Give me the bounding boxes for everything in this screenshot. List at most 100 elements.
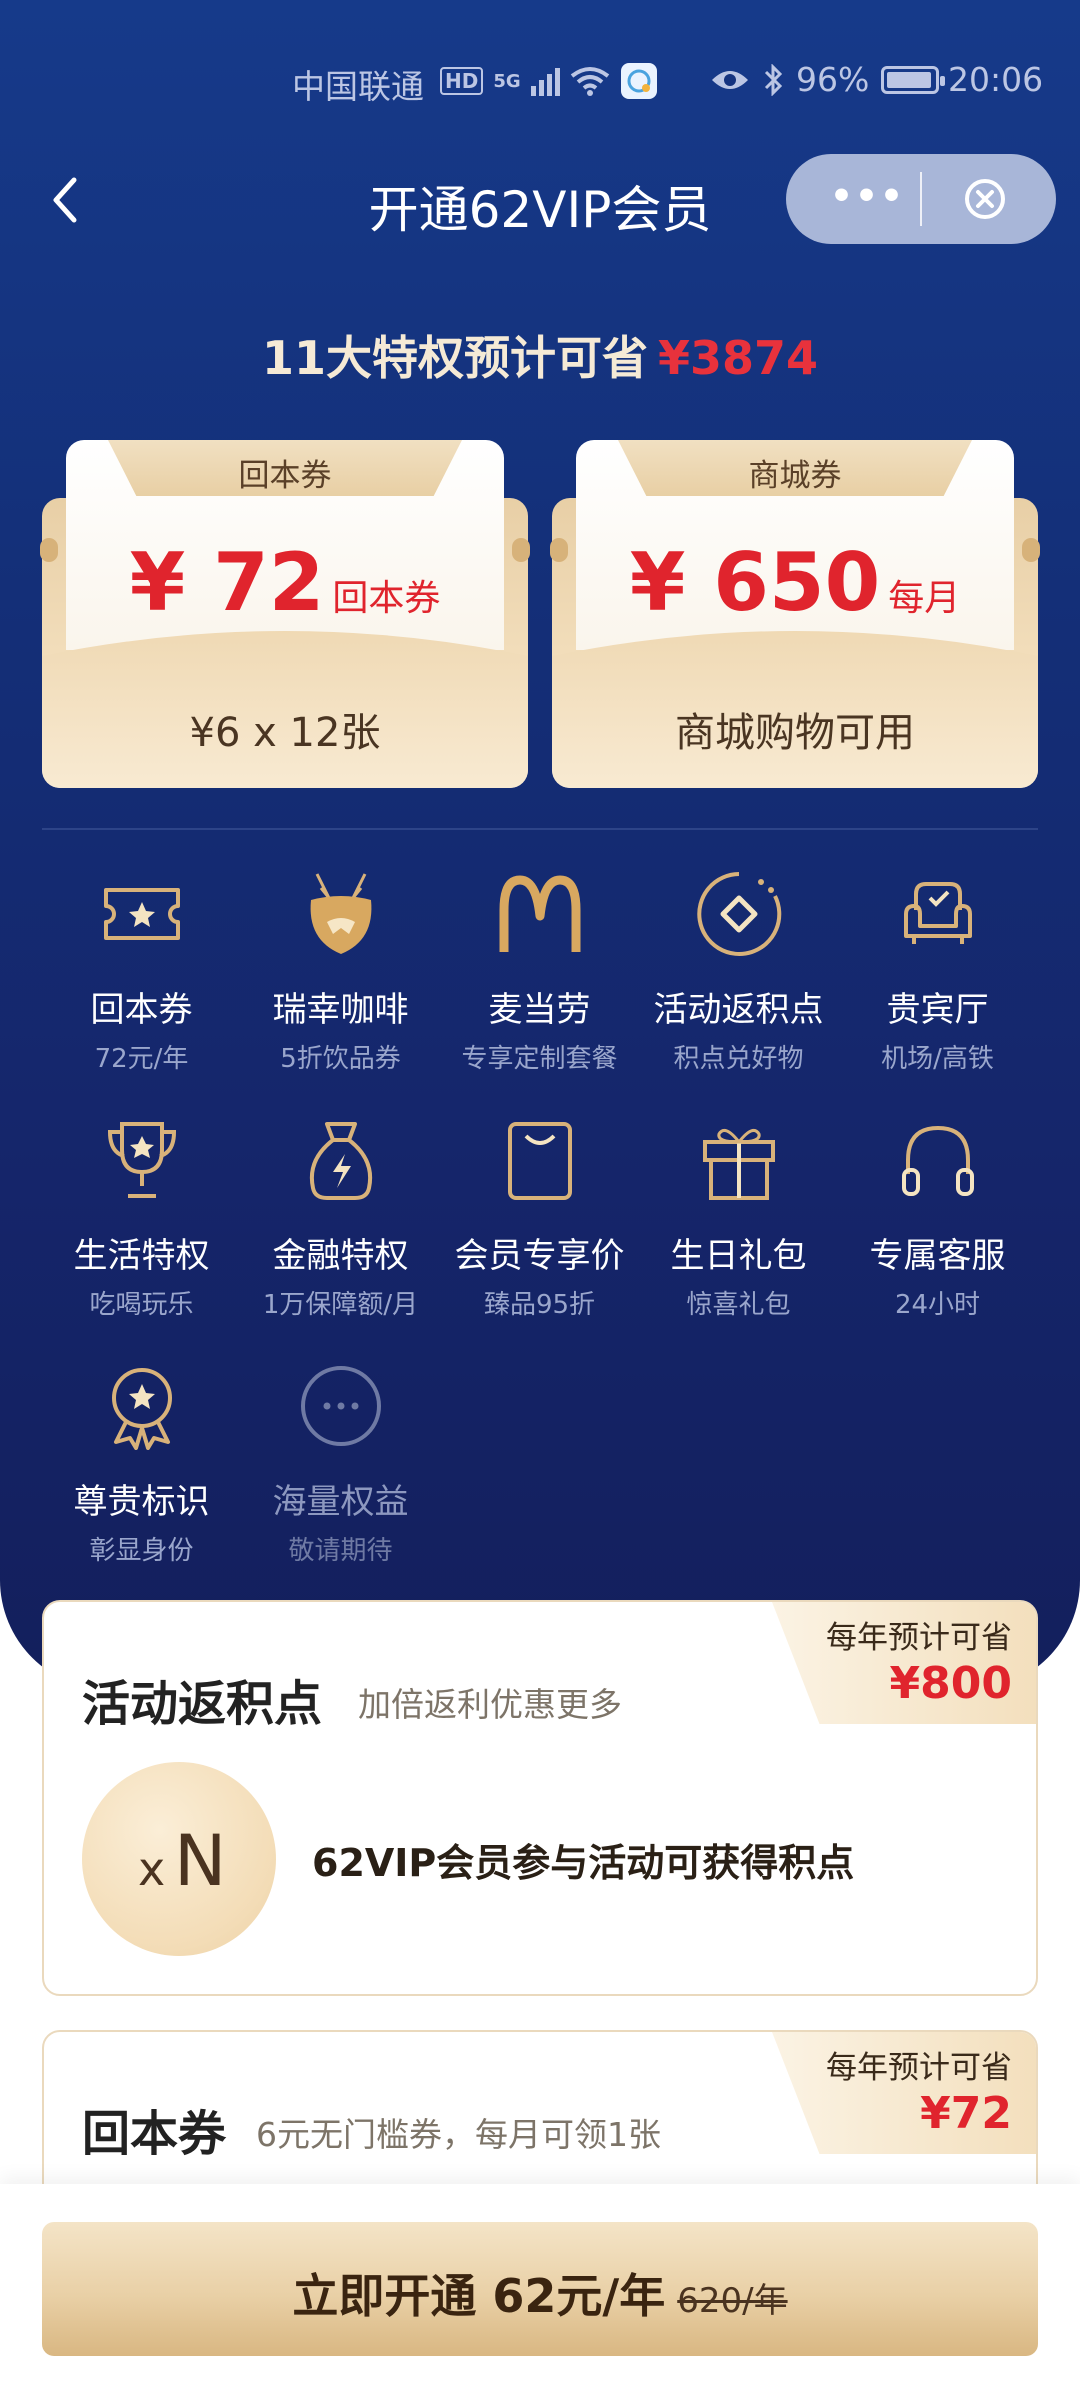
coupon-amount: ¥ 650 bbox=[629, 536, 881, 629]
lounge-sofa-icon bbox=[904, 882, 972, 944]
section-divider bbox=[42, 828, 1038, 830]
privilege-return-coupon[interactable]: 回本券 72元/年 bbox=[42, 860, 241, 1100]
headset-icon bbox=[902, 1125, 974, 1196]
privilege-sub: 72元/年 bbox=[94, 1044, 189, 1074]
privilege-sub: 吃喝玩乐 bbox=[89, 1290, 194, 1320]
wifi-icon bbox=[570, 67, 609, 96]
privilege-finance[interactable]: 金融特权 1万保障额/月 bbox=[241, 1106, 440, 1346]
diamond-coin-icon bbox=[697, 872, 782, 956]
activate-price: 立即开通 62元/年 bbox=[292, 2269, 666, 2323]
coupon-card-mall[interactable]: 商城券 ¥ 650 每月 商城购物可用 bbox=[550, 440, 1040, 788]
badge-amount: ¥72 bbox=[920, 2088, 1012, 2139]
savings-badge: 每年预计可省 ¥800 bbox=[772, 1602, 1036, 1724]
privilege-member-price[interactable]: 会员专享价 臻品95折 bbox=[440, 1106, 639, 1346]
savings-label: 11大特权预计可省 bbox=[261, 331, 648, 385]
savings-amount: ¥3874 bbox=[657, 331, 819, 385]
money-bag-icon bbox=[310, 1122, 372, 1200]
system-indicators: 96% bbox=[710, 60, 946, 99]
privilege-vip-lounge[interactable]: 贵宾厅 机场/高铁 bbox=[838, 860, 1037, 1100]
privilege-birthday-gift[interactable]: 生日礼包 惊喜礼包 bbox=[639, 1106, 838, 1346]
coupon-unit: 每月 bbox=[888, 578, 961, 619]
clock: 20:06 bbox=[948, 60, 1044, 99]
battery-icon bbox=[881, 65, 946, 94]
multiplier-badge: x N bbox=[82, 1762, 276, 1956]
privilege-name: 生日礼包 bbox=[670, 1236, 807, 1276]
carrier-name: 中国联通 bbox=[292, 67, 424, 106]
privilege-activity-points[interactable]: 活动返积点 积点兑好物 bbox=[639, 860, 838, 1100]
privilege-sub: 5折饮品券 bbox=[280, 1044, 401, 1074]
bottom-bar: 立即开通 62元/年 620/年 bbox=[0, 2184, 1080, 2400]
status-bar: 中国联通 HD 5G 96% 20:06 bbox=[0, 52, 1080, 108]
privilege-sub: 24小时 bbox=[894, 1290, 981, 1320]
privilege-name: 尊贵标识 bbox=[73, 1482, 210, 1522]
mcdonalds-icon bbox=[499, 875, 581, 952]
savings-badge: 每年预计可省 ¥72 bbox=[772, 2032, 1036, 2154]
card-subtitle: 6元无门槛券，每月可领1张 bbox=[256, 2115, 661, 2154]
coupon-footnote: ¥6 x 12张 bbox=[189, 710, 381, 756]
coupon-tab-label: 商城券 bbox=[748, 458, 842, 494]
card-title: 回本券 bbox=[82, 2106, 227, 2162]
privilege-luckin[interactable]: 瑞幸咖啡 5折饮品券 bbox=[241, 860, 440, 1100]
original-price: 620/年 bbox=[677, 2281, 788, 2321]
privilege-name: 专属客服 bbox=[869, 1236, 1006, 1276]
coupon-amount: ¥ 72 bbox=[129, 536, 325, 629]
privilege-name: 麦当劳 bbox=[488, 990, 591, 1030]
trophy-icon bbox=[107, 1122, 177, 1198]
network-indicators: HD 5G bbox=[440, 62, 658, 100]
privilege-sub: 机场/高铁 bbox=[881, 1044, 994, 1074]
more-menu-button[interactable]: ••• bbox=[830, 176, 905, 217]
privilege-name: 金融特权 bbox=[272, 1236, 409, 1276]
privilege-name: 生活特权 bbox=[73, 1236, 210, 1276]
activate-label: 立即开通 62元/年 620/年 bbox=[42, 2260, 1038, 2326]
privilege-honor-badge[interactable]: 尊贵标识 彰显身份 bbox=[42, 1352, 241, 1592]
detail-card-activity-points[interactable]: 每年预计可省 ¥800 活动返积点 加倍返利优惠更多 x N 62VIP会员参与… bbox=[42, 1600, 1038, 1996]
luckin-deer-icon bbox=[310, 873, 372, 954]
privilege-sub: 敬请期待 bbox=[288, 1536, 393, 1566]
privilege-customer-service[interactable]: 专属客服 24小时 bbox=[838, 1106, 1037, 1346]
shopping-bag-icon bbox=[508, 1122, 572, 1200]
coupon-price: ¥ 72 回本券 bbox=[42, 536, 528, 629]
privilege-sub: 彰显身份 bbox=[89, 1536, 194, 1566]
card-title: 活动返积点 bbox=[82, 1676, 323, 1732]
card-description: 62VIP会员参与活动可获得积点 bbox=[312, 1841, 855, 1885]
coupon-unit: 回本券 bbox=[332, 578, 441, 619]
privilege-name: 海量权益 bbox=[272, 1482, 409, 1522]
hd-icon: HD bbox=[440, 67, 484, 95]
bluetooth-icon bbox=[764, 63, 783, 96]
signal-icon bbox=[530, 66, 560, 96]
chat-app-icon bbox=[620, 63, 657, 99]
privilege-name: 瑞幸咖啡 bbox=[272, 990, 409, 1030]
privilege-name: 贵宾厅 bbox=[886, 990, 989, 1030]
privilege-mcdonalds[interactable]: 麦当劳 专享定制套餐 bbox=[440, 860, 639, 1100]
medal-icon bbox=[112, 1368, 172, 1450]
privilege-lifestyle[interactable]: 生活特权 吃喝玩乐 bbox=[42, 1106, 241, 1346]
coupon-card-return[interactable]: 回本券 ¥ 72 回本券 ¥6 x 12张 bbox=[40, 440, 530, 788]
privilege-sub: 积点兑好物 bbox=[673, 1044, 804, 1074]
privilege-sub: 专享定制套餐 bbox=[461, 1044, 618, 1074]
activate-button[interactable]: 立即开通 62元/年 620/年 bbox=[42, 2222, 1038, 2356]
privilege-more: 海量权益 敬请期待 bbox=[241, 1352, 440, 1592]
privilege-name: 会员专享价 bbox=[454, 1236, 625, 1276]
more-circle-icon bbox=[301, 1366, 381, 1446]
multiplier-x: x bbox=[138, 1842, 166, 1896]
privilege-sub: 惊喜礼包 bbox=[686, 1290, 791, 1320]
savings-headline: 11大特权预计可省 ¥3874 bbox=[0, 322, 1080, 388]
badge-label: 每年预计可省 bbox=[826, 1620, 1012, 1656]
multiplier-n: N bbox=[174, 1820, 227, 1902]
close-circle-icon[interactable] bbox=[962, 176, 1008, 222]
coupon-price: ¥ 650 每月 bbox=[552, 536, 1038, 629]
privilege-name: 回本券 bbox=[90, 990, 193, 1030]
gift-icon bbox=[703, 1128, 775, 1200]
privilege-sub: 1万保障额/月 bbox=[262, 1290, 419, 1320]
privilege-sub: 臻品95折 bbox=[483, 1290, 596, 1320]
coupon-footnote: 商城购物可用 bbox=[675, 710, 915, 756]
privilege-name: 活动返积点 bbox=[653, 990, 824, 1030]
network-type: 5G bbox=[493, 70, 521, 92]
miniprogram-capsule: ••• bbox=[786, 154, 1056, 244]
card-subtitle: 加倍返利优惠更多 bbox=[358, 1685, 622, 1724]
capsule-divider bbox=[920, 172, 922, 226]
battery-percent: 96% bbox=[796, 60, 870, 99]
eye-icon bbox=[712, 70, 748, 89]
coupon-tab-label: 回本券 bbox=[238, 458, 332, 494]
badge-amount: ¥800 bbox=[889, 1658, 1012, 1709]
